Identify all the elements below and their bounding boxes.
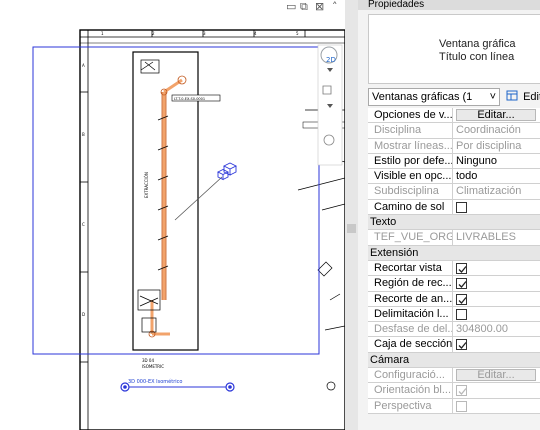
property-value: Climatización [456, 185, 522, 198]
svg-text:1: 1 [101, 31, 104, 36]
property-edit-button[interactable]: Editar... [456, 109, 536, 121]
property-row: Recorte de an... [368, 291, 540, 307]
svg-text:5: 5 [296, 31, 299, 36]
property-checkbox[interactable] [456, 278, 467, 290]
svg-text:D: D [82, 312, 85, 317]
edit-type-icon [506, 90, 518, 101]
property-row: Opciones de v... Editar... [368, 108, 540, 124]
property-checkbox[interactable] [456, 293, 467, 305]
svg-text:C: C [82, 222, 85, 227]
svg-text:4: 4 [254, 31, 257, 36]
section-label: Extensión [370, 246, 419, 259]
svg-text:3: 3 [203, 31, 206, 36]
svg-text:ISOMETRIC: ISOMETRIC [142, 364, 164, 369]
sheet-drawing: 12345 ABCD EXTRACCIÓN 3D 04 ISOMETRIC 2D [32, 29, 345, 430]
svg-text:A: A [82, 63, 85, 68]
property-name: Región de rec... [368, 276, 453, 291]
property-value: LIVRABLES [456, 231, 516, 244]
property-name: Orientación bl... [368, 383, 453, 398]
property-checkbox[interactable] [456, 201, 467, 213]
panel-splitter[interactable] [345, 0, 358, 430]
property-checkbox[interactable] [456, 262, 467, 274]
properties-grid: Opciones de v... Editar... Disciplina Coord… [368, 108, 540, 414]
svg-text:B: B [82, 132, 85, 137]
property-checkbox[interactable] [456, 308, 467, 320]
type-name: Ventana gráfica [439, 38, 516, 50]
type-subname: Título con línea [439, 51, 515, 63]
svg-text:2D: 2D [326, 56, 336, 64]
property-name: Visible en opc... [368, 169, 453, 184]
property-section-header[interactable]: Cámara [368, 352, 540, 369]
property-row: Desfase de del... 304800.00 [368, 322, 540, 338]
section-label: Cámara [370, 353, 410, 366]
type-selector-box[interactable]: Ventana gráfica Título con línea [368, 14, 540, 84]
selector-row: Ventanas gráficas (1 ˅ Editar [368, 88, 540, 106]
property-row: Región de rec... [368, 276, 540, 292]
minimize-icon[interactable]: ▭ [286, 1, 296, 13]
property-name: Caja de sección [368, 337, 453, 352]
property-name: Disciplina [368, 123, 453, 138]
property-row: Recortar vista [368, 260, 540, 277]
property-section-header[interactable]: Texto [368, 215, 540, 231]
property-row: Subdisciplina Climatización [368, 184, 540, 200]
property-row: Perspectiva [368, 398, 540, 414]
instance-filter-dropdown[interactable]: Ventanas gráficas (1 ˅ [368, 88, 500, 106]
property-name: Opciones de v... [368, 108, 453, 123]
properties-panel: Propiedades Ventana gráfica Título con l… [358, 0, 540, 430]
restore-icon[interactable]: ⧉ [300, 1, 308, 13]
property-name: Camino de sol [368, 199, 453, 215]
property-row: Orientación bl... [368, 383, 540, 399]
property-row: TEF_VUE_ORG...LIVRABLES [368, 230, 540, 246]
property-name: Configuració... [368, 368, 453, 383]
property-name: Recorte de an... [368, 291, 453, 306]
property-value[interactable]: todo [456, 169, 540, 183]
edit-type-button[interactable]: Editar [506, 88, 540, 106]
svg-text:EXTRACCIÓN: EXTRACCIÓN [144, 172, 149, 198]
property-checkbox[interactable] [456, 339, 467, 351]
type-thumbnail [372, 20, 427, 78]
svg-text:3D 04: 3D 04 [142, 358, 154, 363]
property-name: Recortar vista [368, 260, 453, 276]
property-name: Subdisciplina [368, 184, 453, 199]
chevron-down-icon: ˅ [489, 91, 496, 103]
property-name: Perspectiva [368, 398, 453, 413]
property-value[interactable]: Ninguno [456, 154, 540, 168]
splitter-grip[interactable] [347, 224, 356, 233]
property-row: Mostrar líneas... Por disciplina [368, 138, 540, 154]
edit-type-label: Editar [523, 91, 540, 103]
view-tag-label[interactable]: 3D 000-EX Isométrico [128, 379, 182, 385]
section-label: Texto [370, 216, 397, 229]
property-checkbox [456, 400, 467, 412]
drawing-view-canvas[interactable]: 12345 ABCD EXTRACCIÓN 3D 04 ISOMETRIC 2D… [0, 0, 345, 430]
property-row: Camino de sol [368, 199, 540, 216]
property-row: Caja de sección [368, 337, 540, 353]
property-value: Por disciplina [456, 139, 522, 152]
properties-header: Propiedades [358, 0, 540, 10]
property-section-header[interactable]: Extensión [368, 245, 540, 261]
property-name: Estilo por defe... [368, 153, 453, 169]
svg-text:2: 2 [152, 31, 155, 36]
property-checkbox [456, 385, 467, 397]
property-name: Delimitación l... [368, 306, 453, 322]
close-icon[interactable]: ⊠ [315, 1, 324, 13]
chevron-up-icon[interactable]: ˄ [332, 1, 338, 13]
property-value: Coordinación [456, 124, 521, 137]
property-value: 304800.00 [456, 323, 508, 336]
property-row: Disciplina Coordinación [368, 123, 540, 139]
property-name: Mostrar líneas... [368, 138, 453, 153]
property-row: Estilo por defe... Ninguno [368, 153, 540, 170]
instance-filter-value: Ventanas gráficas (1 [372, 91, 473, 103]
sheet-label: LT-T-0-EX-S0-0001 [174, 97, 206, 101]
property-row: Configuració... Editar... [368, 368, 540, 384]
property-row: Delimitación l... [368, 306, 540, 323]
property-name: TEF_VUE_ORG... [368, 230, 453, 245]
property-edit-button: Editar... [456, 369, 536, 382]
property-row: Visible en opc... todo [368, 169, 540, 185]
property-name: Desfase de del... [368, 322, 453, 337]
